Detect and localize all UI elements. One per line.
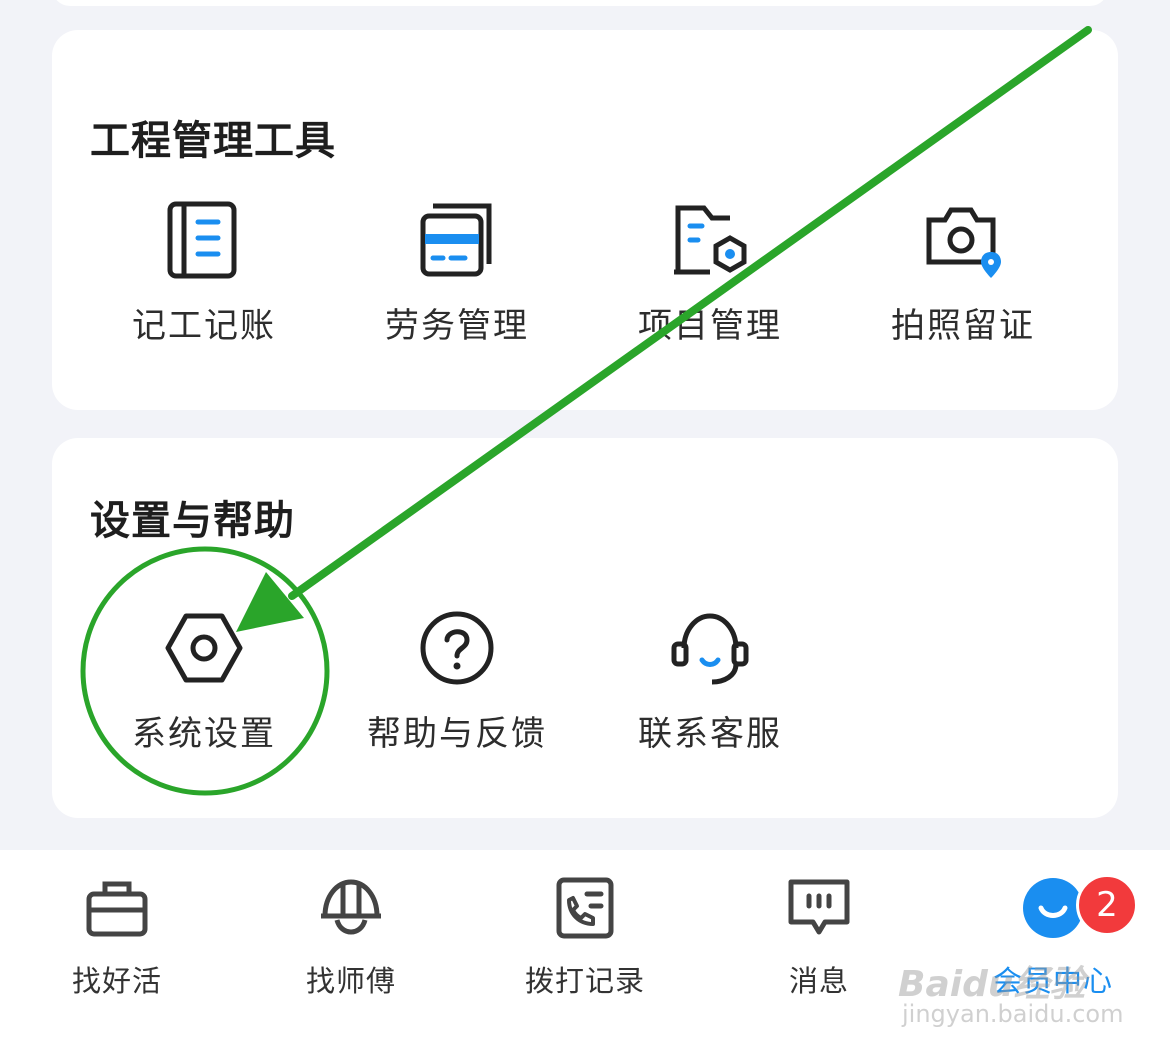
notification-badge: 2 [1076, 874, 1138, 936]
nav-tab-call-log[interactable]: 拨打记录 [468, 876, 702, 1000]
nav-label: 拨打记录 [524, 964, 645, 998]
settings-label: 联系客服 [638, 714, 782, 754]
tools-card: 工程管理工具 记工记账 劳务管理 项目管理 拍照留证 [52, 30, 1118, 410]
settings-help-card: 设置与帮助 系统设置 帮助与反馈 联系客服 [52, 438, 1118, 818]
nav-label: 找好活 [71, 964, 162, 998]
ledger-icon [167, 201, 237, 279]
hardhat-icon [321, 879, 381, 935]
tool-label: 项目管理 [638, 306, 782, 346]
nav-tab-find-work[interactable]: 找好活 [0, 876, 234, 1000]
settings-section-title: 设置与帮助 [90, 498, 295, 544]
briefcase-icon [86, 881, 148, 937]
labor-card-icon [420, 203, 492, 277]
tool-item-project[interactable]: 项目管理 [584, 200, 836, 347]
settings-item-help[interactable]: 帮助与反馈 [331, 608, 583, 755]
settings-label: 系统设置 [132, 714, 276, 754]
tool-item-photo[interactable]: 拍照留证 [837, 200, 1089, 347]
settings-hex-icon [165, 613, 243, 683]
tool-item-labor[interactable]: 劳务管理 [331, 200, 583, 347]
call-log-icon [556, 877, 614, 939]
tools-section-title: 工程管理工具 [90, 118, 336, 164]
baidu-watermark-url: jingyan.baidu.com [902, 1000, 1124, 1028]
help-question-icon [420, 611, 494, 685]
camera-location-icon [926, 207, 1001, 278]
nav-tab-find-master[interactable]: 找师傅 [234, 876, 468, 1000]
message-icon [788, 879, 850, 935]
settings-label: 帮助与反馈 [367, 714, 547, 754]
previous-card-edge [52, 0, 1108, 6]
tool-label: 记工记账 [132, 306, 276, 346]
headset-icon [671, 613, 749, 685]
tool-item-ledger[interactable]: 记工记账 [78, 200, 330, 347]
project-folder-icon [674, 205, 747, 275]
nav-label: 找师傅 [305, 964, 396, 998]
settings-item-service[interactable]: 联系客服 [584, 608, 836, 755]
settings-item-system[interactable]: 系统设置 [78, 608, 330, 755]
tool-label: 拍照留证 [891, 306, 1035, 346]
tool-label: 劳务管理 [385, 306, 529, 346]
